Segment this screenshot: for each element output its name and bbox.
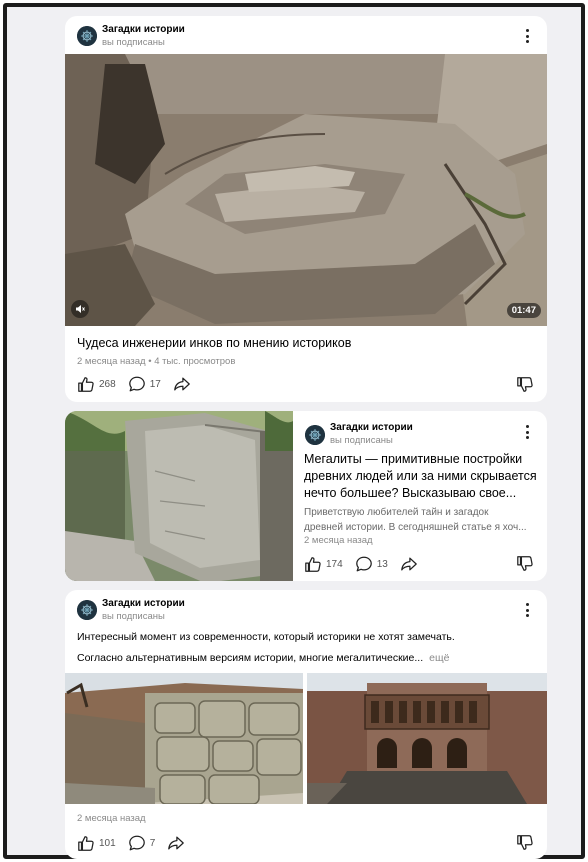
thumbs-up-icon <box>304 555 322 573</box>
comment-button[interactable]: 13 <box>355 555 388 573</box>
like-button[interactable]: 101 <box>77 834 116 852</box>
like-button[interactable]: 268 <box>77 375 116 393</box>
card-meta: 2 месяца назад <box>77 813 146 824</box>
colonial-balcony-image <box>307 673 547 804</box>
share-arrow-icon <box>400 555 418 573</box>
channel-avatar[interactable] <box>305 425 325 445</box>
kebab-menu-icon[interactable] <box>520 27 534 45</box>
comment-count: 7 <box>149 837 156 849</box>
video-thumbnail[interactable]: 01:47 <box>65 54 547 326</box>
like-count: 101 <box>99 837 116 849</box>
article-snippet: Приветствую любителей тайн и загадок дре… <box>304 505 540 535</box>
share-arrow-icon <box>167 834 185 852</box>
video-duration: 01:47 <box>506 303 541 318</box>
post-text-line: Интересный момент из современности, кото… <box>77 631 455 643</box>
channel-name[interactable]: Загадки истории <box>102 598 185 609</box>
article-snippet-line: Приветствую любителей тайн и загадок <box>304 507 489 518</box>
share-button[interactable] <box>167 834 185 852</box>
article-title[interactable]: Мегалиты — примитивные постройки древних… <box>304 451 540 502</box>
comment-button[interactable]: 7 <box>128 834 156 852</box>
card-actions: 101 7 <box>77 832 197 854</box>
thumbs-down-icon[interactable] <box>516 834 534 852</box>
comment-bubble-icon <box>128 834 146 852</box>
card-title[interactable]: Чудеса инженерии инков по мнению историк… <box>77 335 351 352</box>
post-card[interactable]: Загадки истории вы подписаны Интересный … <box>65 590 547 859</box>
stone-seat-image <box>65 54 547 326</box>
channel-avatar[interactable] <box>77 26 97 46</box>
speaker-muted-icon[interactable] <box>71 300 89 318</box>
subscription-status: вы подписаны <box>102 37 165 48</box>
subscription-status: вы подписаны <box>330 435 393 446</box>
like-button[interactable]: 174 <box>304 555 343 573</box>
article-title-line: нечто большее? Высказываю свое... <box>304 486 517 500</box>
gallery-image-2[interactable] <box>307 673 547 804</box>
article-card[interactable]: Загадки истории вы подписаны Мегалиты — … <box>65 411 547 581</box>
thumbs-down-icon[interactable] <box>516 555 534 573</box>
thumbs-up-icon <box>77 375 95 393</box>
channel-name[interactable]: Загадки истории <box>102 24 185 35</box>
share-button[interactable] <box>173 375 191 393</box>
inca-wall-image <box>65 673 303 804</box>
article-snippet-line: древней истории. В сегодняшней статье я … <box>304 522 527 533</box>
card-header: Загадки истории вы подписаны <box>65 16 547 54</box>
card-actions: 268 17 <box>77 373 203 395</box>
gallery-image-1[interactable] <box>65 673 303 804</box>
thumbs-up-icon <box>77 834 95 852</box>
channel-avatar[interactable] <box>77 600 97 620</box>
comment-count: 13 <box>376 558 388 570</box>
comment-bubble-icon <box>355 555 373 573</box>
post-text-line: Согласно альтернативным версиям истории,… <box>77 652 449 664</box>
share-arrow-icon <box>173 375 191 393</box>
card-meta: 2 месяца назад <box>304 535 373 546</box>
feed-frame: Загадки истории вы подписаны 01:47 Чудес… <box>3 3 585 859</box>
article-thumbnail[interactable] <box>65 411 293 581</box>
video-card[interactable]: Загадки истории вы подписаны 01:47 Чудес… <box>65 16 547 402</box>
subscription-status: вы подписаны <box>102 611 165 622</box>
comment-bubble-icon <box>128 375 146 393</box>
like-count: 174 <box>326 558 343 570</box>
article-title-line: Мегалиты — примитивные постройки <box>304 452 523 466</box>
kebab-menu-icon[interactable] <box>520 423 534 441</box>
thumbs-down-icon[interactable] <box>516 376 534 394</box>
read-more-link[interactable]: ещё <box>429 652 449 664</box>
card-actions: 174 13 <box>304 553 430 575</box>
comment-button[interactable]: 17 <box>128 375 161 393</box>
megalith-image <box>65 411 293 581</box>
kebab-menu-icon[interactable] <box>520 601 534 619</box>
article-title-line: древних людей или за ними скрывается <box>304 469 537 483</box>
card-meta: 2 месяца назад • 4 тыс. просмотров <box>77 356 236 367</box>
post-text-excerpt: Согласно альтернативным версиям истории,… <box>77 652 424 664</box>
comment-count: 17 <box>149 378 161 390</box>
like-count: 268 <box>99 378 116 390</box>
channel-name[interactable]: Загадки истории <box>330 422 413 433</box>
share-button[interactable] <box>400 555 418 573</box>
